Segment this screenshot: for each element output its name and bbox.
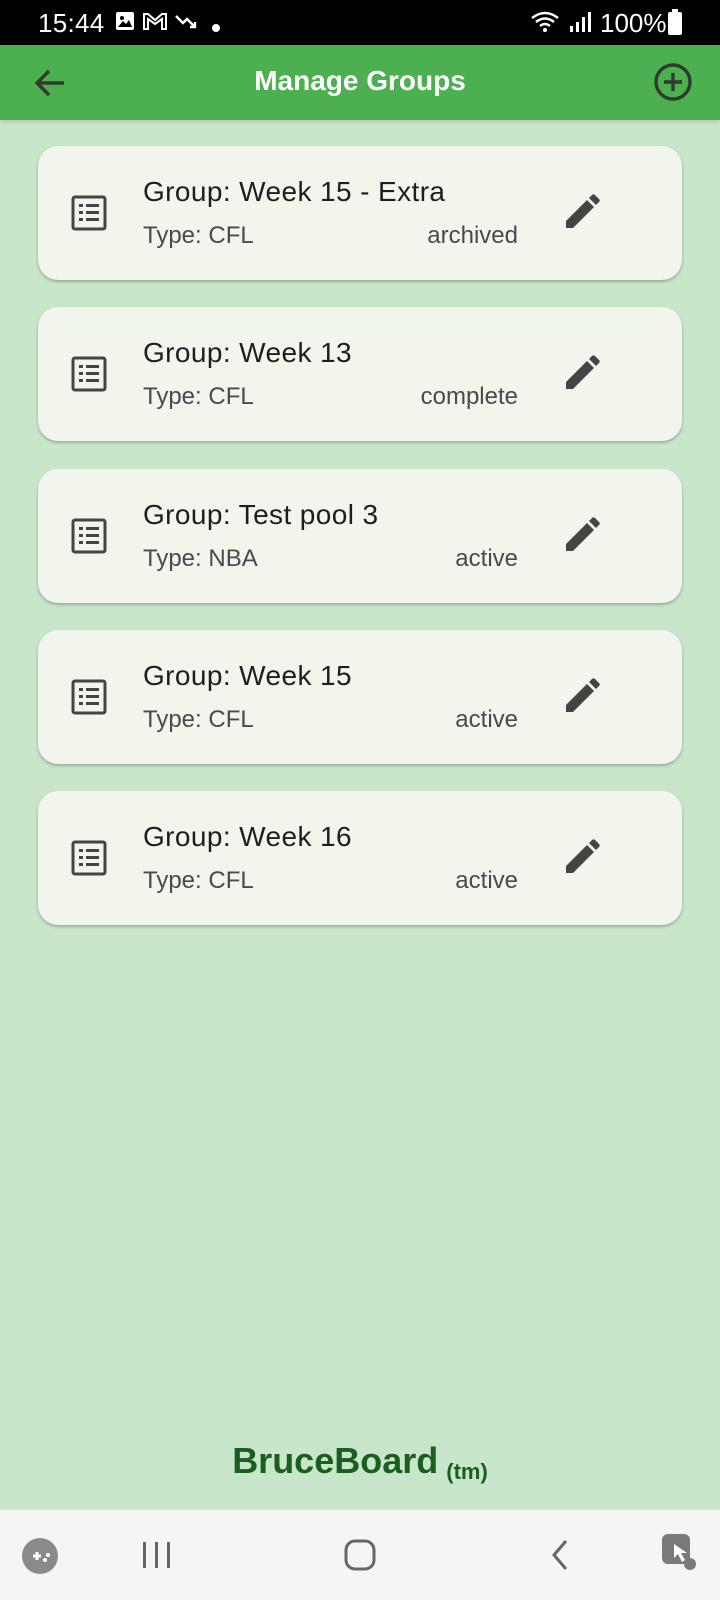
gallery-icon [114, 10, 136, 37]
pencil-icon [566, 517, 600, 551]
add-circle-icon [654, 63, 692, 101]
group-type: Type: NBA [143, 545, 258, 572]
page-title: Manage Groups [254, 65, 466, 96]
group-name: Group: Week 15 - Extra [143, 176, 446, 207]
recent-apps-icon [143, 1542, 170, 1568]
group-card[interactable]: Group: Week 15 - Extra Type: CFL archive… [38, 146, 682, 280]
group-name: Group: Week 16 [143, 821, 352, 852]
wifi-icon [530, 10, 560, 39]
group-card[interactable]: Group: Week 16 Type: CFL active [38, 791, 682, 925]
edit-group-button[interactable] [560, 676, 602, 718]
battery-icon [668, 9, 682, 40]
pencil-icon [566, 678, 600, 712]
list-icon [70, 194, 108, 232]
group-card[interactable]: Group: Test pool 3 Type: NBA active [38, 469, 682, 603]
app-brand: BruceBoard (tm) [0, 1440, 720, 1485]
edit-group-button[interactable] [560, 837, 602, 879]
group-name: Group: Week 13 [143, 337, 352, 368]
chevron-left-icon [552, 1540, 568, 1570]
group-status: active [455, 706, 518, 733]
status-bar: 15:44 100% [0, 0, 720, 45]
group-name: Group: Test pool 3 [143, 499, 379, 530]
pencil-icon [566, 839, 600, 873]
group-status: archived [427, 222, 518, 249]
group-card[interactable]: Group: Week 15 Type: CFL active [38, 630, 682, 764]
group-type: Type: CFL [143, 706, 254, 733]
pencil-icon [566, 194, 600, 228]
edit-group-button[interactable] [560, 192, 602, 234]
trending-down-icon [174, 10, 198, 37]
group-status: active [455, 545, 518, 572]
gmail-icon [142, 10, 168, 37]
notification-dot-icon [212, 19, 220, 37]
brand-name: BruceBoard [232, 1440, 439, 1481]
edit-group-button[interactable] [560, 515, 602, 557]
edit-group-button[interactable] [560, 353, 602, 395]
brand-trademark: (tm) [446, 1459, 488, 1484]
status-time: 15:44 [38, 8, 105, 38]
home-button[interactable] [343, 1538, 377, 1577]
group-name: Group: Week 15 [143, 660, 352, 691]
signal-icon [568, 10, 592, 39]
pencil-icon [566, 355, 600, 389]
group-type: Type: CFL [143, 222, 254, 249]
recent-apps-button[interactable] [140, 1540, 174, 1575]
list-icon [70, 355, 108, 393]
list-icon [70, 517, 108, 555]
list-icon [70, 678, 108, 716]
group-status: active [455, 867, 518, 894]
list-icon [70, 839, 108, 877]
app-bar: Manage Groups [0, 45, 720, 120]
group-status: complete [420, 383, 518, 410]
group-type: Type: CFL [143, 867, 254, 894]
nav-back-button[interactable] [548, 1538, 572, 1577]
add-group-button[interactable] [652, 61, 694, 103]
home-icon [344, 1539, 376, 1571]
group-type: Type: CFL [143, 383, 254, 410]
group-card[interactable]: Group: Week 13 Type: CFL complete [38, 307, 682, 441]
battery-level: 100% [600, 8, 667, 38]
game-launcher-icon[interactable] [20, 1536, 60, 1581]
accessibility-touch-icon[interactable] [660, 1532, 700, 1577]
system-nav-bar [0, 1510, 720, 1600]
